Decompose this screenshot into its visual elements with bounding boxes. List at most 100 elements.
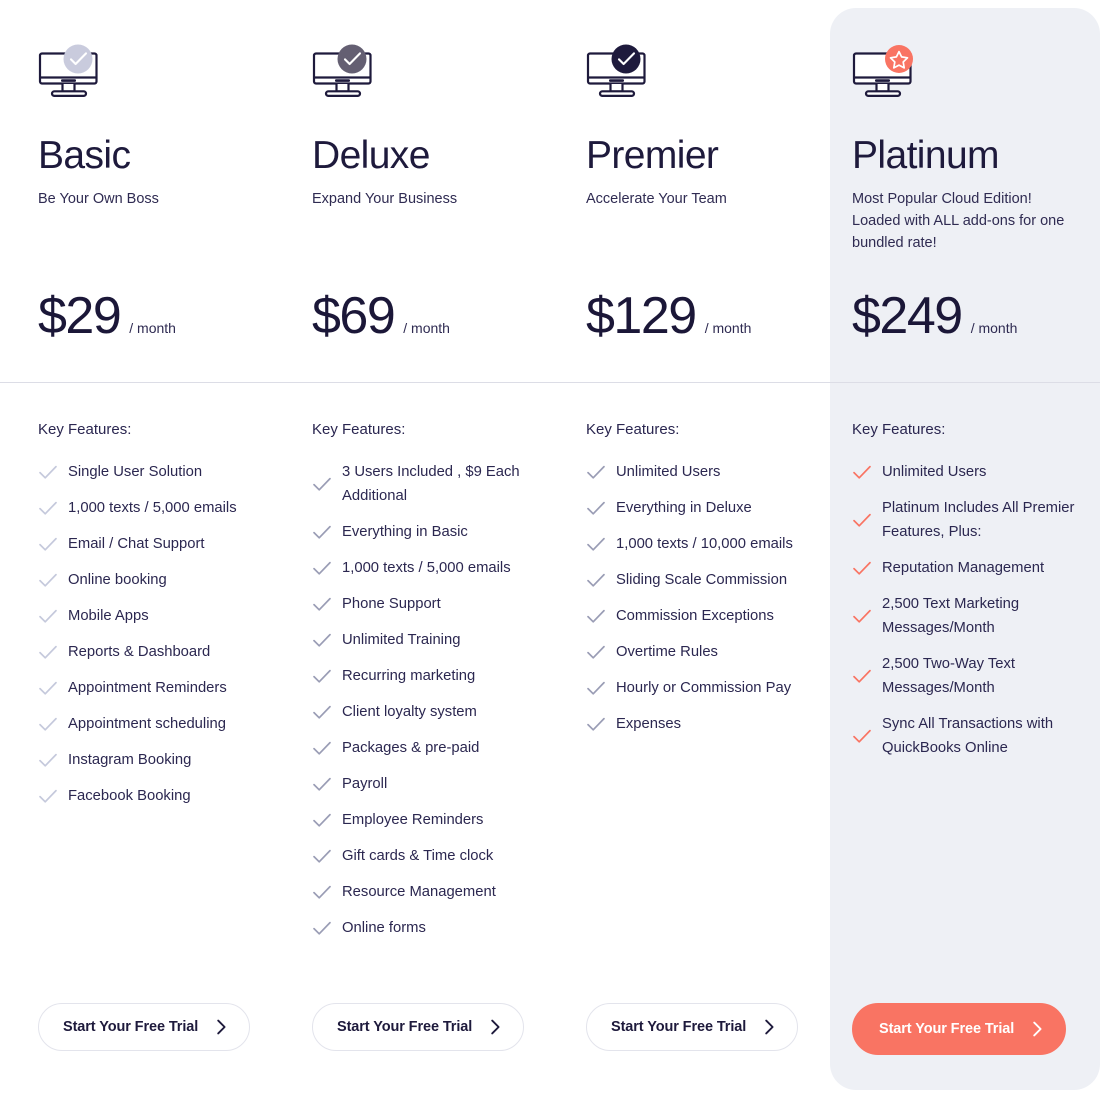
plan-price-row: $29 / month — [38, 288, 176, 344]
feature-label: Facebook Booking — [68, 788, 191, 804]
feature-item: Recurring marketing — [312, 664, 538, 688]
feature-label: Employee Reminders — [342, 812, 484, 828]
feature-label: Overtime Rules — [616, 644, 718, 660]
chevron-right-icon — [764, 1019, 775, 1035]
features-heading: Key Features: — [312, 421, 406, 438]
feature-label: Gift cards & Time clock — [342, 848, 494, 864]
feature-label: Packages & pre-paid — [342, 740, 480, 756]
feature-label: Unlimited Users — [616, 464, 721, 480]
feature-item: 1,000 texts / 5,000 emails — [38, 496, 264, 520]
check-icon — [586, 535, 616, 553]
check-icon — [852, 463, 882, 481]
feature-item: Packages & pre-paid — [312, 736, 538, 760]
check-icon — [312, 523, 342, 541]
feature-item: Overtime Rules — [586, 640, 812, 664]
feature-label: Mobile Apps — [68, 608, 149, 624]
feature-item: 3 Users Included , $9 Each Additional — [312, 460, 538, 508]
chevron-right-icon — [1032, 1021, 1043, 1037]
start-free-trial-button-premier[interactable]: Start Your Free Trial — [586, 1003, 799, 1051]
check-icon — [852, 559, 882, 577]
feature-item: Employee Reminders — [312, 808, 538, 832]
feature-item: Sliding Scale Commission — [586, 568, 812, 592]
check-icon — [586, 463, 616, 481]
check-icon — [38, 499, 68, 517]
check-icon — [312, 475, 342, 493]
feature-item: 2,500 Two-Way Text Messages/Month — [852, 652, 1080, 700]
chevron-right-icon — [216, 1019, 227, 1035]
check-icon — [38, 715, 68, 733]
check-icon — [852, 727, 882, 745]
feature-label: Unlimited Users — [882, 464, 987, 480]
feature-item: Online booking — [38, 568, 264, 592]
plan-tagline: Accelerate Your Team — [586, 191, 727, 207]
feature-label: Everything in Deluxe — [616, 500, 752, 516]
start-free-trial-button-deluxe[interactable]: Start Your Free Trial — [312, 1003, 525, 1051]
check-icon — [38, 751, 68, 769]
plan-header: Basic Be Your Own Boss — [38, 133, 258, 210]
features-heading: Key Features: — [38, 421, 132, 438]
feature-item: Single User Solution — [38, 460, 264, 484]
feature-label: Single User Solution — [68, 464, 203, 480]
features-heading: Key Features: — [852, 421, 946, 438]
plan-price: $129 — [586, 287, 697, 345]
feature-label: Sliding Scale Commission — [616, 572, 788, 588]
plan-header: Platinum Most Popular Cloud Edition! Loa… — [852, 133, 1078, 254]
feature-item: Platinum Includes All Premier Features, … — [852, 496, 1080, 544]
plan-price-period: / month — [970, 320, 1018, 336]
features-block: Key Features: Unlimited Users Platinum I… — [852, 420, 1080, 772]
cta-wrap: Start Your Free Trial — [38, 1003, 251, 1051]
start-free-trial-button-basic[interactable]: Start Your Free Trial — [38, 1003, 251, 1051]
feature-label: Instagram Booking — [68, 752, 192, 768]
plan-tagline: Expand Your Business — [312, 191, 458, 207]
check-icon — [312, 883, 342, 901]
features-heading: Key Features: — [586, 421, 680, 438]
check-icon — [586, 715, 616, 733]
check-icon — [312, 559, 342, 577]
check-icon — [38, 571, 68, 589]
feature-label: Hourly or Commission Pay — [616, 680, 792, 696]
plan-price: $69 — [312, 287, 396, 345]
feature-label: 3 Users Included , $9 Each Additional — [342, 464, 520, 504]
start-free-trial-button-platinum[interactable]: Start Your Free Trial — [852, 1003, 1067, 1055]
monitor-check-icon — [312, 44, 378, 102]
check-icon — [38, 643, 68, 661]
plan-price-period: / month — [403, 320, 450, 336]
monitor-star-icon — [852, 44, 918, 102]
check-icon — [312, 847, 342, 865]
features-list: Unlimited Users Everything in Deluxe 1,0… — [586, 460, 812, 736]
pricing-table: Basic Be Your Own Boss $29 / month Key F… — [0, 0, 1108, 1112]
plan-price: $29 — [38, 287, 122, 345]
feature-item: Resource Management — [312, 880, 538, 904]
feature-label: Reputation Management — [882, 560, 1045, 576]
plan-card-premier: Premier Accelerate Your Team $129 / mont… — [548, 0, 822, 1112]
feature-label: Appointment Reminders — [68, 680, 227, 696]
feature-label: Everything in Basic — [342, 524, 468, 540]
cta-label: Start Your Free Trial — [879, 1021, 1015, 1037]
feature-label: Phone Support — [342, 596, 441, 612]
feature-label: 1,000 texts / 10,000 emails — [616, 536, 793, 552]
feature-item: 2,500 Text Marketing Messages/Month — [852, 592, 1080, 640]
feature-label: Sync All Transactions with QuickBooks On… — [882, 716, 1054, 756]
feature-item: Email / Chat Support — [38, 532, 264, 556]
feature-label: Appointment scheduling — [68, 716, 226, 732]
check-icon — [586, 607, 616, 625]
cta-wrap: Start Your Free Trial — [852, 1003, 1067, 1055]
feature-item: Phone Support — [312, 592, 538, 616]
plan-columns: Basic Be Your Own Boss $29 / month Key F… — [0, 0, 1108, 1112]
feature-item: Unlimited Training — [312, 628, 538, 652]
check-icon — [852, 607, 882, 625]
features-block: Key Features: Unlimited Users Everything… — [586, 420, 812, 748]
feature-label: Online forms — [342, 920, 426, 936]
feature-item: Client loyalty system — [312, 700, 538, 724]
check-icon — [586, 499, 616, 517]
feature-item: Online forms — [312, 916, 538, 940]
features-block: Key Features: 3 Users Included , $9 Each… — [312, 420, 538, 952]
feature-item: Everything in Basic — [312, 520, 538, 544]
plan-title: Premier — [586, 134, 719, 177]
feature-item: Instagram Booking — [38, 748, 264, 772]
check-icon — [38, 463, 68, 481]
monitor-check-icon — [38, 44, 104, 102]
feature-item: Mobile Apps — [38, 604, 264, 628]
feature-label: Client loyalty system — [342, 704, 477, 720]
feature-item: Reports & Dashboard — [38, 640, 264, 664]
